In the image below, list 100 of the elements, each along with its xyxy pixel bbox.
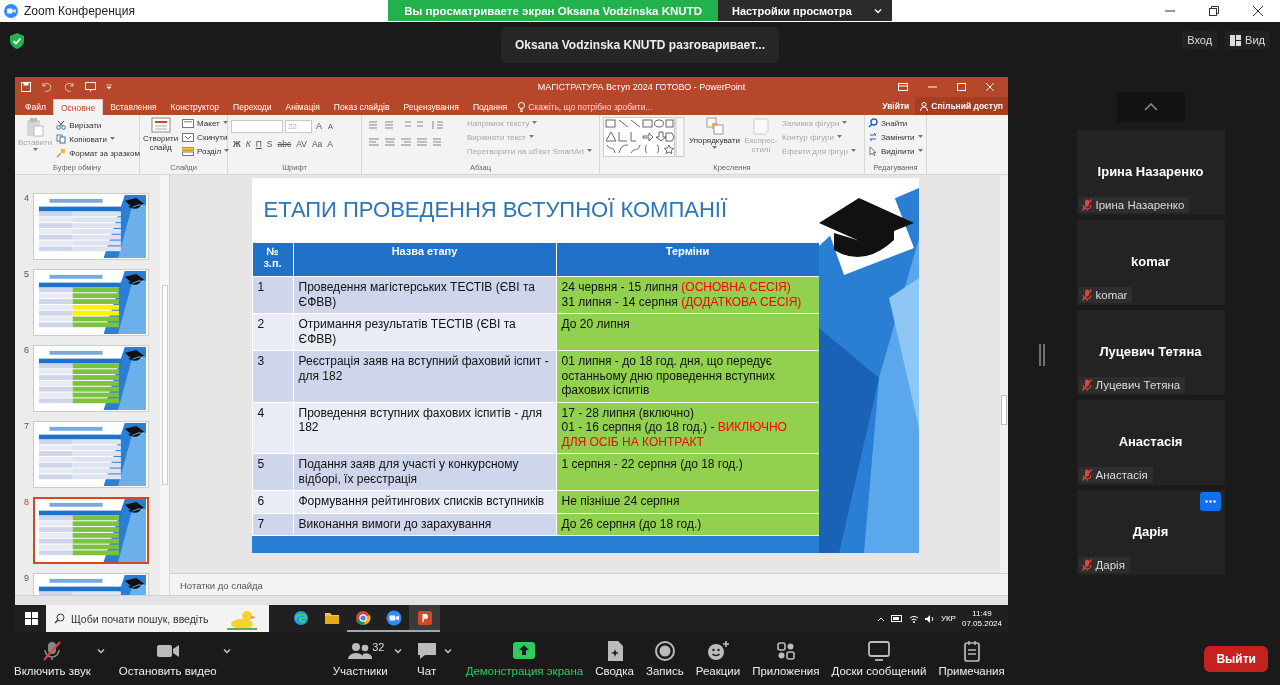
redo-icon[interactable] <box>65 82 75 92</box>
search-field[interactable]: Щоби почати пошук, введіть <box>71 612 221 625</box>
view-button[interactable]: Вид <box>1225 31 1270 49</box>
view-settings-button[interactable]: Настройки просмотра <box>717 0 892 21</box>
video-app-icon[interactable] <box>385 609 402 626</box>
sign-in-link[interactable]: Увійти <box>882 101 910 111</box>
ribbon-tab[interactable]: Подання <box>465 99 515 115</box>
slideshow-icon[interactable] <box>85 82 96 92</box>
grid-icon <box>1230 34 1242 46</box>
column-header: № з.п. <box>252 242 293 277</box>
slide-command[interactable]: Розділ <box>182 145 230 157</box>
apps-button[interactable]: Приложения <box>746 640 826 677</box>
participant-tile[interactable]: Дарія Дарія <box>1076 490 1225 575</box>
ribbon-display-icon[interactable] <box>898 83 908 91</box>
taskbar-search-bar[interactable]: Щоби почати пошук, введіть <box>46 605 269 632</box>
presentation-app-icon[interactable] <box>416 609 433 626</box>
caret-icon[interactable] <box>222 648 231 654</box>
audio-button[interactable]: Включить звук <box>8 640 97 677</box>
slide-thumbnail[interactable] <box>33 421 149 488</box>
slide-command[interactable]: Скинути <box>182 131 230 143</box>
font-format-button[interactable]: Aa <box>309 139 325 149</box>
shield-check-icon[interactable] <box>10 33 24 49</box>
table-cell: 5 <box>252 453 293 491</box>
ribbon-tab[interactable]: Вставлення <box>103 99 164 115</box>
participant-tile[interactable]: Луцевич Тетяна Луцевич Тетяна <box>1076 310 1225 395</box>
table-cell: Проведення магістерських ТЕСТІВ (ЄВІ та ЄФВВ) <box>293 276 556 314</box>
sign-in-button[interactable]: Вход <box>1182 31 1218 49</box>
shapes-gallery[interactable] <box>603 117 685 157</box>
editing-command[interactable]: Виділити <box>868 145 923 157</box>
participant-tile[interactable]: komar komar <box>1076 220 1225 305</box>
leave-button[interactable]: Выйти <box>1204 645 1268 672</box>
scrollbar-thumb[interactable] <box>1001 395 1007 425</box>
drag-handle-icon[interactable] <box>1038 343 1045 366</box>
chat-button[interactable]: Чат <box>409 640 444 677</box>
font-format-button[interactable]: S <box>264 139 275 149</box>
new-slide-button[interactable]: Створити слайд <box>143 117 179 163</box>
participant-tile[interactable]: Ірина Назаренко Ірина Назаренко <box>1076 130 1225 215</box>
restore-icon[interactable] <box>1209 6 1219 16</box>
slide-thumbnail[interactable] <box>33 497 149 564</box>
record-button[interactable]: Запись <box>640 640 690 677</box>
windows-start-icon[interactable] <box>25 612 38 625</box>
ribbon-tab[interactable]: Анімація <box>278 99 327 115</box>
font-format-button[interactable]: A <box>325 139 335 149</box>
save-icon[interactable] <box>21 82 31 92</box>
chevron-up-icon[interactable] <box>876 615 885 622</box>
editing-command[interactable]: Замінити <box>868 131 923 143</box>
folder-icon[interactable] <box>323 610 340 625</box>
slide-thumbnail[interactable] <box>33 345 149 412</box>
edge-browser-icon[interactable] <box>292 609 309 626</box>
wifi-icon[interactable] <box>908 614 919 623</box>
minimize-icon[interactable] <box>928 83 937 91</box>
language-indicator[interactable]: УКР <box>940 614 956 623</box>
font-format-button[interactable]: Ж <box>231 139 243 149</box>
scrollbar-thumb[interactable] <box>161 285 168 485</box>
ribbon-tab[interactable]: Конструктор <box>163 99 227 115</box>
reactions-button[interactable]: Реакции <box>689 640 747 677</box>
font-format-button[interactable]: abc <box>275 139 294 149</box>
summary-button[interactable]: Сводка <box>589 640 640 677</box>
ribbon-tab[interactable]: Переходи <box>226 99 279 115</box>
ribbon-tab[interactable]: Файл <box>18 99 53 115</box>
table-cell: 1 <box>252 276 293 314</box>
notes-placeholder[interactable]: Нотатки до слайда <box>180 580 263 591</box>
font-format-button[interactable]: П <box>253 139 264 149</box>
boards-button[interactable]: Доски сообщений <box>825 640 933 677</box>
clipboard-command[interactable]: Копіювати <box>56 133 140 145</box>
clipboard-command[interactable]: Вирізати <box>56 119 140 131</box>
maximize-icon[interactable] <box>957 83 966 91</box>
ribbon-tab[interactable]: Рецензування <box>396 99 466 115</box>
video-button[interactable]: Остановить видео <box>112 640 223 677</box>
caret-icon[interactable] <box>393 648 402 654</box>
speaker-icon[interactable] <box>924 614 935 623</box>
font-format-button[interactable]: К <box>243 139 253 149</box>
clock-time[interactable]: 11:49 <box>972 608 992 619</box>
customize-icon[interactable] <box>106 84 112 90</box>
ribbon-tab[interactable]: Показ слайдів <box>326 99 397 115</box>
chrome-browser-icon[interactable] <box>354 609 371 626</box>
slide-thumbnail[interactable] <box>33 193 149 260</box>
font-name-field[interactable] <box>231 119 283 133</box>
caret-icon[interactable] <box>443 648 452 654</box>
slide-command[interactable]: Макет <box>182 117 230 129</box>
font-format-button[interactable]: AV <box>294 139 309 149</box>
battery-icon[interactable] <box>890 615 903 622</box>
arrange-button[interactable]: Упорядкувати <box>689 117 741 163</box>
clock-date[interactable]: 07.05.2024 <box>961 618 1002 629</box>
grow-font-button[interactable]: A <box>314 121 324 131</box>
editing-command[interactable]: Знайти <box>868 117 923 129</box>
clipboard-command[interactable]: Формат за зразком <box>56 147 140 159</box>
participants-button[interactable]: 32 Участники <box>326 640 394 677</box>
participant-tile[interactable]: Анастасія Анастасія <box>1076 400 1225 485</box>
notes-button[interactable]: Примечания <box>932 640 1011 677</box>
table-cell: Формування рейтингових списків вступників <box>293 490 556 513</box>
tell-me-search[interactable]: Скажіть, що потрібно зробити... <box>528 102 653 112</box>
share-button[interactable]: Демонстрация экрана <box>459 640 590 677</box>
ribbon-tab[interactable]: Основне <box>52 99 104 115</box>
reset-slide-icon <box>182 132 195 142</box>
close-icon[interactable] <box>1253 6 1263 16</box>
caret-icon[interactable] <box>96 648 105 654</box>
slide-thumbnail[interactable] <box>33 269 149 336</box>
share-button[interactable]: Спільний доступ <box>915 97 1008 115</box>
more-options-button[interactable] <box>1199 492 1221 511</box>
